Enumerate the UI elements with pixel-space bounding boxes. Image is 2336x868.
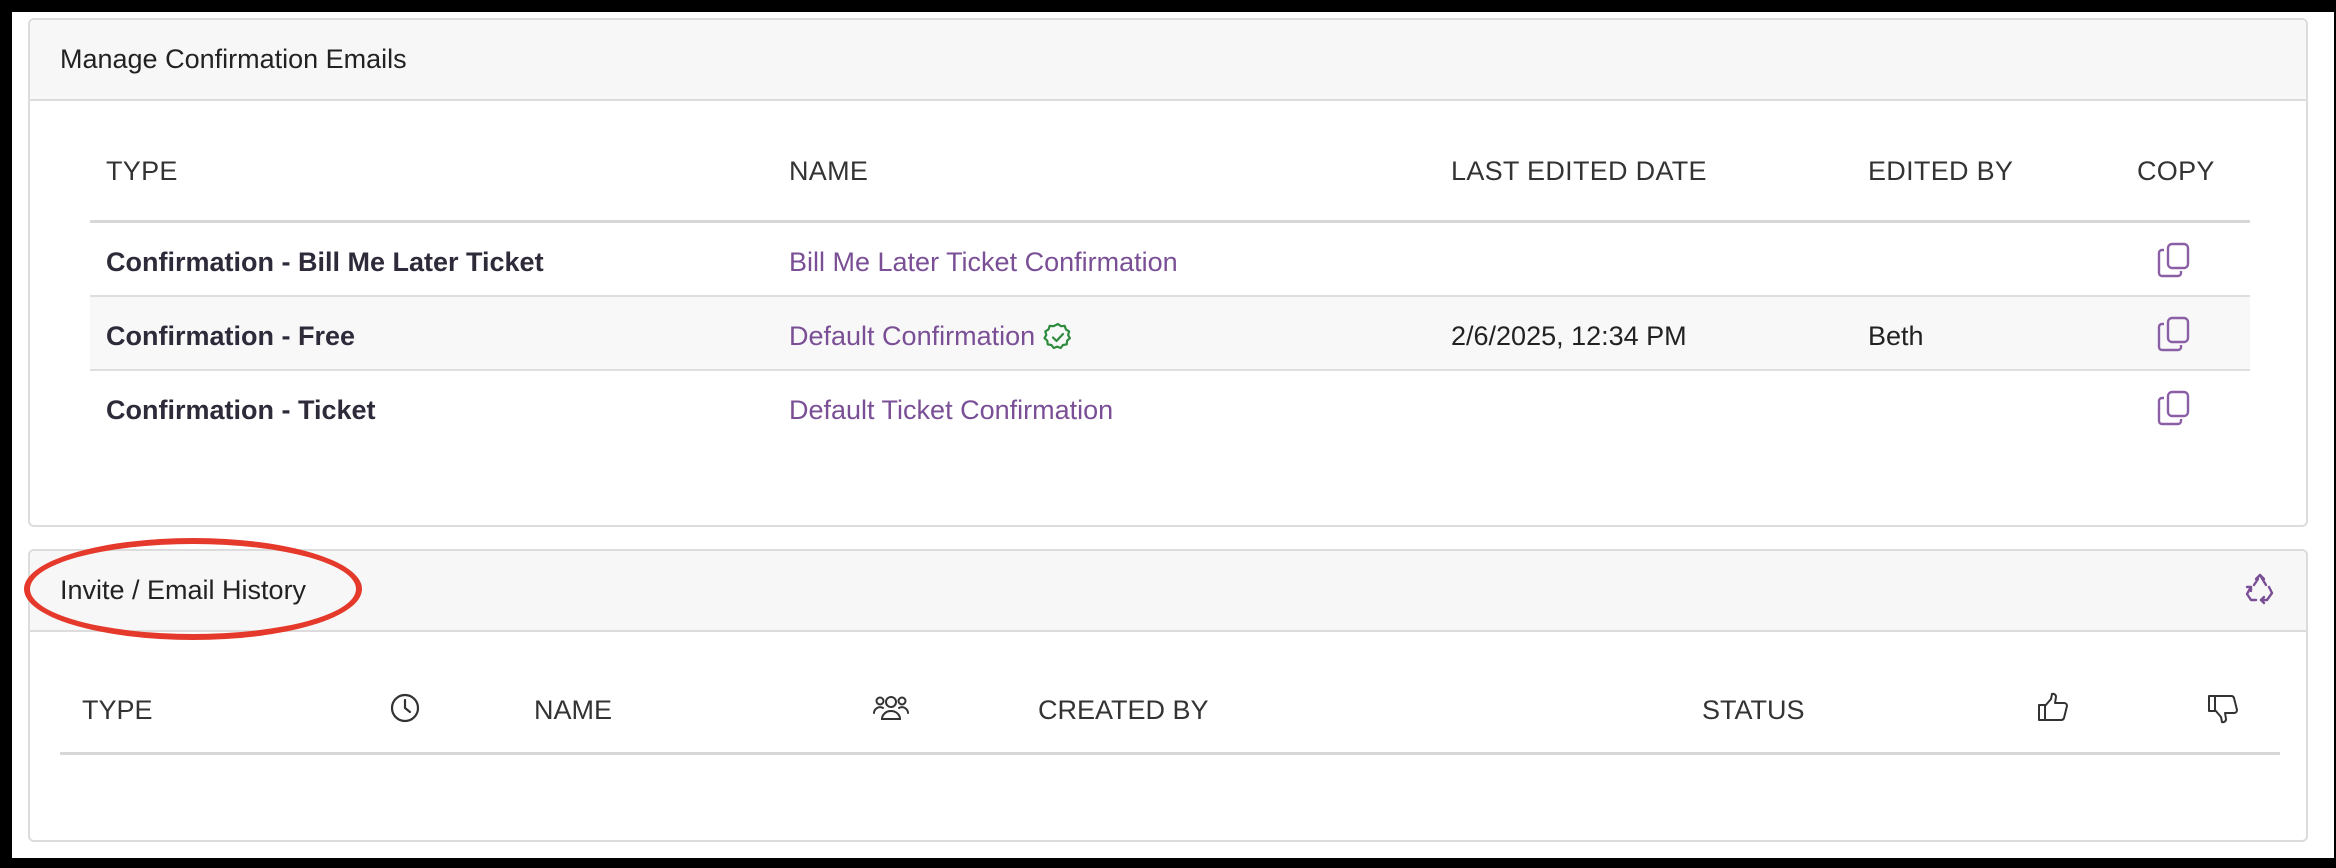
- copy-icon[interactable]: [2156, 315, 2192, 353]
- history-table-header: TYPE NAME CREATED BY STATUS: [60, 655, 2280, 755]
- column-header-name[interactable]: NAME: [789, 156, 868, 187]
- column-header-type[interactable]: TYPE: [82, 695, 153, 726]
- row-name-link[interactable]: Default Ticket Confirmation: [789, 395, 1113, 426]
- row-edited-by: Beth: [1868, 321, 1924, 351]
- table-row: Confirmation - Free Default Confirmation…: [90, 297, 2250, 371]
- email-history-panel: Invite / Email History TYPE NAME CREATED…: [28, 549, 2308, 842]
- column-header-edited-by[interactable]: EDITED BY: [1868, 156, 2013, 187]
- confirmation-emails-panel: Manage Confirmation Emails TYPE NAME LAS…: [28, 18, 2308, 527]
- row-name-text[interactable]: Default Confirmation: [789, 321, 1035, 352]
- column-header-last-edited[interactable]: LAST EDITED DATE: [1451, 156, 1707, 187]
- row-type: Confirmation - Bill Me Later Ticket: [106, 247, 544, 277]
- column-header-status[interactable]: STATUS: [1702, 695, 1805, 726]
- confirmation-emails-table: TYPE NAME LAST EDITED DATE EDITED BY COP…: [90, 119, 2250, 445]
- check-circle-icon: [1043, 322, 1073, 352]
- table-row: Confirmation - Ticket Default Ticket Con…: [90, 371, 2250, 445]
- panel-title: Manage Confirmation Emails: [60, 44, 407, 74]
- recycle-icon[interactable]: [2242, 573, 2278, 609]
- row-last-edited: 2/6/2025, 12:34 PM: [1451, 321, 1687, 351]
- row-name-text[interactable]: Bill Me Later Ticket Confirmation: [789, 247, 1178, 278]
- panel-title: Invite / Email History: [60, 575, 307, 605]
- row-type: Confirmation - Ticket: [106, 395, 376, 425]
- thumbs-down-icon[interactable]: [2206, 691, 2240, 725]
- row-name-link[interactable]: Bill Me Later Ticket Confirmation: [789, 247, 1178, 278]
- copy-icon[interactable]: [2156, 389, 2192, 427]
- people-icon[interactable]: [872, 691, 910, 725]
- table-header: TYPE NAME LAST EDITED DATE EDITED BY COP…: [90, 119, 2250, 223]
- column-header-created-by[interactable]: CREATED BY: [1038, 695, 1209, 726]
- column-header-copy: COPY: [2137, 156, 2215, 186]
- row-type: Confirmation - Free: [106, 321, 356, 351]
- table-row: Confirmation - Bill Me Later Ticket Bill…: [90, 223, 2250, 297]
- copy-icon[interactable]: [2156, 241, 2192, 279]
- panel-header: Invite / Email History: [30, 551, 2306, 632]
- column-header-type[interactable]: TYPE: [106, 156, 178, 187]
- clock-icon[interactable]: [388, 691, 422, 725]
- panel-header: Manage Confirmation Emails: [30, 20, 2306, 101]
- row-name-text[interactable]: Default Ticket Confirmation: [789, 395, 1113, 426]
- row-name-link[interactable]: Default Confirmation: [789, 321, 1073, 352]
- thumbs-up-icon[interactable]: [2036, 691, 2070, 725]
- column-header-name[interactable]: NAME: [534, 695, 612, 726]
